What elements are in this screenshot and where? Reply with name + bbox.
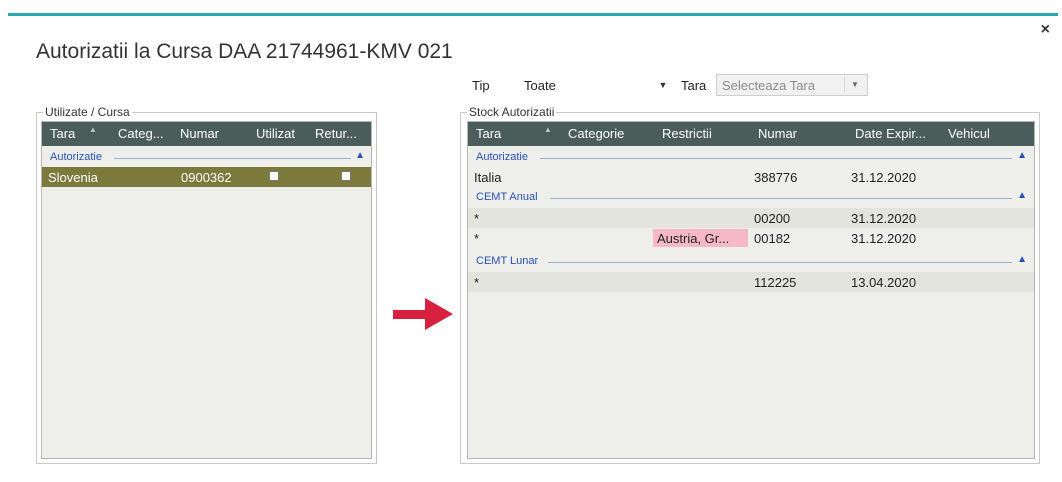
table-row[interactable]: Italia 388776 31.12.2020 — [468, 167, 1034, 187]
group-row-autorizatie[interactable]: Autorizatie ▲ — [468, 148, 1034, 168]
dialog-window: × Autorizatii la Cursa DAA 21744961-KMV … — [8, 13, 1058, 479]
table-row[interactable]: * Austria, Gr... 00182 31.12.2020 — [468, 228, 1034, 248]
returnat-checkbox[interactable] — [341, 171, 351, 181]
table-row[interactable]: Slovenia 0900362 — [42, 167, 371, 187]
dialog-title: Autorizatii la Cursa DAA 21744961-KMV 02… — [36, 40, 453, 63]
cell-tara: * — [474, 231, 480, 246]
cell-tara: * — [474, 275, 480, 290]
tara-label: Tara — [681, 78, 707, 93]
column-header-categorie[interactable]: Categ... — [118, 126, 164, 141]
group-divider — [550, 198, 1012, 199]
cell-date-expirare: 31.12.2020 — [851, 231, 917, 246]
collapse-chevron-icon[interactable]: ▲ — [1017, 254, 1027, 265]
tara-dropdown-icon[interactable]: ▼ — [844, 77, 865, 93]
collapse-chevron-icon[interactable]: ▲ — [1017, 190, 1027, 201]
stock-panel: Stock Autorizatii Tara ▲ Categorie Restr… — [460, 105, 1040, 464]
column-header-restrictii[interactable]: Restrictii — [662, 126, 712, 141]
cell-date-expirare: 31.12.2020 — [851, 170, 917, 185]
column-header-numar[interactable]: Numar — [758, 126, 797, 141]
collapse-chevron-icon[interactable]: ▲ — [1017, 150, 1027, 161]
cell-numar: 388776 — [754, 170, 798, 185]
column-header-returnat[interactable]: Retur... — [315, 126, 357, 141]
column-header-date-expirare[interactable]: Date Expir... — [855, 126, 926, 141]
column-header-utilizat[interactable]: Utilizat — [256, 126, 295, 141]
group-divider — [540, 158, 1012, 159]
arrow-right-icon — [393, 298, 453, 330]
column-header-numar[interactable]: Numar — [180, 126, 219, 141]
sort-asc-icon: ▲ — [544, 125, 552, 134]
stock-grid-header: Tara ▲ Categorie Restrictii Numar Date E… — [468, 122, 1034, 146]
collapse-chevron-icon[interactable]: ▲ — [355, 150, 365, 161]
group-row-cemt-anual[interactable]: CEMT Anual ▲ — [468, 188, 1034, 208]
utilizat-checkbox[interactable] — [269, 171, 279, 181]
stock-panel-label: Stock Autorizatii — [467, 105, 557, 119]
cell-numar: 00200 — [754, 211, 791, 226]
cell-date-expirare: 31.12.2020 — [851, 211, 917, 226]
table-row[interactable]: * 00200 31.12.2020 — [468, 208, 1034, 228]
group-row-autorizatie[interactable]: Autorizatie ▲ — [42, 148, 371, 168]
cell-tara: Italia — [474, 170, 502, 185]
restriction-badge: Austria, Gr... — [653, 229, 748, 247]
cell-date-expirare: 13.04.2020 — [851, 275, 917, 290]
group-label: Autorizatie — [476, 151, 528, 163]
cell-tara: Slovenia — [48, 170, 98, 185]
group-label: CEMT Anual — [476, 191, 538, 203]
group-label: Autorizatie — [50, 151, 102, 163]
column-header-tara[interactable]: Tara — [50, 126, 75, 141]
cell-numar: 00182 — [754, 231, 791, 246]
sort-asc-icon: ▲ — [89, 125, 97, 134]
group-label: CEMT Lunar — [476, 255, 539, 267]
tip-select-value[interactable]: Toate — [524, 78, 556, 93]
tara-select-placeholder: Selecteaza Tara — [722, 78, 815, 93]
tip-label: Tip — [472, 78, 490, 93]
tip-dropdown-icon[interactable]: ▼ — [657, 79, 669, 91]
column-header-tara[interactable]: Tara — [476, 126, 501, 141]
utilizate-panel-label: Utilizate / Cursa — [43, 105, 132, 119]
table-row[interactable]: * 112225 13.04.2020 — [468, 272, 1034, 292]
column-header-vehicul[interactable]: Vehicul — [948, 126, 990, 141]
column-header-categorie[interactable]: Categorie — [568, 126, 624, 141]
group-divider — [548, 262, 1012, 263]
group-divider — [114, 158, 351, 159]
utilizate-panel: Utilizate / Cursa Tara ▲ Categ... Numar … — [36, 105, 377, 464]
tara-select[interactable]: Selecteaza Tara ▼ — [716, 74, 868, 96]
cell-tara: * — [474, 211, 480, 226]
stock-grid[interactable]: Tara ▲ Categorie Restrictii Numar Date E… — [467, 121, 1035, 459]
close-icon[interactable]: × — [1041, 21, 1050, 39]
group-row-cemt-lunar[interactable]: CEMT Lunar ▲ — [468, 252, 1034, 272]
utilizate-grid[interactable]: Tara ▲ Categ... Numar Utilizat Retur... … — [41, 121, 372, 459]
cell-numar: 0900362 — [181, 170, 232, 185]
utilizate-grid-header: Tara ▲ Categ... Numar Utilizat Retur... — [42, 122, 371, 146]
cell-numar: 112225 — [754, 275, 797, 290]
